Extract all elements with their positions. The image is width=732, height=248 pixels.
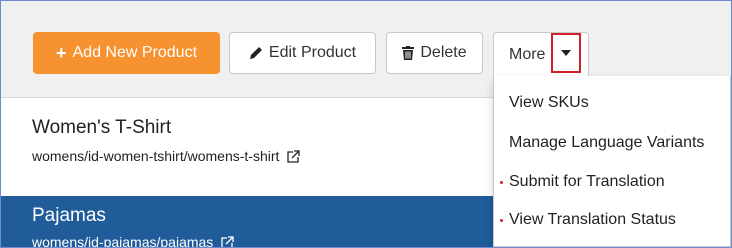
marker-dot-icon <box>500 219 503 222</box>
external-link-icon[interactable] <box>287 149 301 163</box>
plus-icon: + <box>55 43 67 63</box>
pencil-icon <box>249 46 263 60</box>
caret-down-icon <box>561 50 571 56</box>
menu-item-view-translation-status[interactable]: View Translation Status <box>500 211 676 229</box>
menu-item-submit-for-translation[interactable]: Submit for Translation <box>500 173 665 191</box>
product-path[interactable]: womens/id-pajamas/pajamas <box>32 234 234 248</box>
edit-product-button[interactable]: Edit Product <box>229 32 376 74</box>
product-path-text: womens/id-pajamas/pajamas <box>32 234 214 248</box>
more-dropdown-toggle[interactable] <box>551 33 581 73</box>
edit-product-label: Edit Product <box>268 44 357 61</box>
delete-button[interactable]: Delete <box>386 32 483 74</box>
delete-label: Delete <box>420 44 467 61</box>
more-dropdown-menu: View SKUs Manage Language Variants Submi… <box>493 76 731 247</box>
product-title: Women's T-Shirt <box>32 117 172 138</box>
content-frame: + Add New Product Edit Product Delete Mo… <box>0 0 732 248</box>
more-label: More <box>509 45 546 63</box>
menu-item-view-skus[interactable]: View SKUs <box>509 94 589 112</box>
menu-item-label: View Translation Status <box>509 211 676 228</box>
product-title: Pajamas <box>32 205 106 226</box>
add-new-product-label: Add New Product <box>72 44 198 61</box>
add-new-product-button[interactable]: + Add New Product <box>33 32 220 74</box>
trash-icon <box>402 46 415 60</box>
menu-item-manage-language-variants[interactable]: Manage Language Variants <box>509 134 704 152</box>
external-link-icon[interactable] <box>221 235 234 247</box>
menu-item-label: Manage Language Variants <box>509 134 705 151</box>
marker-dot-icon <box>500 181 503 184</box>
product-path-text: womens/id-women-tshirt/womens-t-shirt <box>32 148 280 164</box>
menu-item-label: View SKUs <box>509 94 589 111</box>
menu-item-label: Submit for Translation <box>509 173 665 190</box>
product-path[interactable]: womens/id-women-tshirt/womens-t-shirt <box>32 148 301 164</box>
